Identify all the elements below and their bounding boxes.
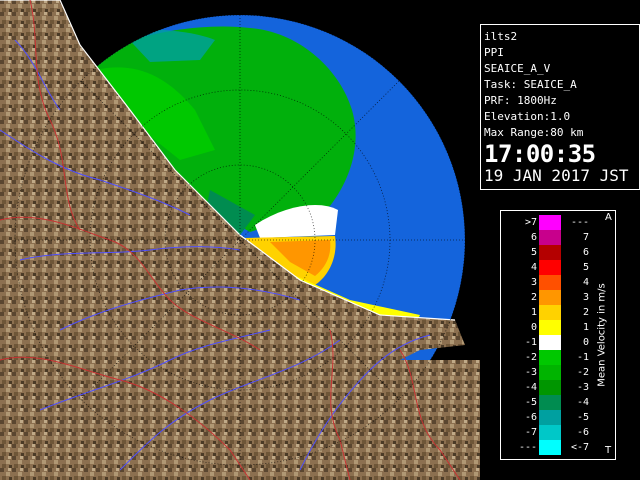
legend-row-upper-label: 3	[582, 292, 589, 303]
legend-color-swatch	[539, 440, 561, 455]
max-range-value: Max Range:80 km	[484, 126, 584, 139]
legend-color-swatch	[539, 275, 561, 290]
legend-row-lower-label: -4	[524, 382, 537, 393]
legend-row-lower-label: >7	[524, 217, 537, 228]
scan-info-panel: ilts2 PPI SEAICE_A_V Task: SEAICE_A PRF:…	[480, 24, 640, 190]
legend-row-upper-label: 5	[582, 262, 589, 273]
legend-top-mark: A	[605, 212, 612, 223]
legend-row-upper-label: 2	[582, 307, 589, 318]
legend-row: --- <-7	[501, 440, 601, 455]
legend-row: >7 ---	[501, 215, 601, 230]
legend-row-lower-label: -7	[524, 427, 537, 438]
legend-unit-title: Mean Velocity in m/s	[589, 211, 615, 459]
legend-color-swatch	[539, 320, 561, 335]
legend-row-upper-label: -4	[576, 397, 589, 408]
legend-row-upper-label: 4	[582, 277, 589, 288]
legend-row-upper-label: -2	[576, 367, 589, 378]
legend-color-swatch	[539, 290, 561, 305]
legend-row-upper-label: -6	[576, 427, 589, 438]
legend-row-lower-label: 4	[530, 262, 537, 273]
site-name: ilts2	[484, 30, 518, 43]
legend-row-upper-label: -5	[576, 412, 589, 423]
legend-row: 56	[501, 245, 601, 260]
scan-date: 19 JAN 2017 JST	[484, 166, 629, 185]
legend-color-swatch	[539, 365, 561, 380]
legend-color-swatch	[539, 215, 561, 230]
legend-color-swatch	[539, 335, 561, 350]
legend-color-swatch	[539, 395, 561, 410]
legend-row-lower-label: -2	[524, 352, 537, 363]
radar-ppi-map	[0, 0, 480, 480]
legend-row: -3 -2	[501, 365, 601, 380]
legend-row-upper-label: 0	[582, 337, 589, 348]
legend-row-lower-label: 6	[530, 232, 537, 243]
legend-row-upper-label: 7	[582, 232, 589, 243]
legend-row: -6 -5	[501, 410, 601, 425]
task-name: Task: SEAICE_A	[484, 78, 577, 91]
legend-row-lower-label: ---	[518, 442, 537, 453]
legend-row-lower-label: 5	[530, 247, 537, 258]
legend-row-lower-label: 1	[530, 307, 537, 318]
product-type: PPI	[484, 46, 504, 59]
legend-row-lower-label: 0	[530, 322, 537, 333]
legend-color-swatch	[539, 350, 561, 365]
elevation-value: Elevation:1.0	[484, 110, 571, 123]
legend-row: 67	[501, 230, 601, 245]
legend-row-upper-label: -1	[576, 352, 589, 363]
legend-color-swatch	[539, 305, 561, 320]
legend-row-upper-label: -3	[576, 382, 589, 393]
legend-row-upper-label: <-7	[570, 442, 589, 453]
legend-row: 23	[501, 290, 601, 305]
velocity-legend: >7 --- 6 7 5 6 4 5 3 4 2 3 1 2 0 1 -1 0 -2 -1 -3 -2 -4 -3 -5 -4 -6…	[500, 210, 616, 460]
legend-row: -7 -6	[501, 425, 601, 440]
legend-row-lower-label: -5	[524, 397, 537, 408]
prf-value: PRF: 1800Hz	[484, 94, 557, 107]
legend-color-swatch	[539, 230, 561, 245]
legend-row-lower-label: 3	[530, 277, 537, 288]
scan-time: 17:00:35	[484, 140, 596, 168]
legend-row-upper-label: 6	[582, 247, 589, 258]
legend-row: 12	[501, 305, 601, 320]
legend-row: 01	[501, 320, 601, 335]
legend-row-lower-label: -1	[524, 337, 537, 348]
legend-row: -5 -4	[501, 395, 601, 410]
legend-row-lower-label: 2	[530, 292, 537, 303]
legend-color-swatch	[539, 260, 561, 275]
legend-bottom-mark: T	[605, 445, 612, 456]
legend-color-swatch	[539, 410, 561, 425]
legend-title-text: Mean Velocity in m/s	[596, 283, 608, 387]
legend-color-swatch	[539, 380, 561, 395]
legend-row-upper-label: ---	[570, 217, 589, 228]
legend-row-lower-label: -6	[524, 412, 537, 423]
legend-color-swatch	[539, 245, 561, 260]
legend-row: 34	[501, 275, 601, 290]
legend-row: -1 0	[501, 335, 601, 350]
legend-color-swatch	[539, 425, 561, 440]
legend-row-lower-label: -3	[524, 367, 537, 378]
legend-row: -2 -1	[501, 350, 601, 365]
legend-row-upper-label: 1	[582, 322, 589, 333]
source-name: SEAICE_A_V	[484, 62, 551, 75]
legend-row: -4 -3	[501, 380, 601, 395]
legend-row: 45	[501, 260, 601, 275]
